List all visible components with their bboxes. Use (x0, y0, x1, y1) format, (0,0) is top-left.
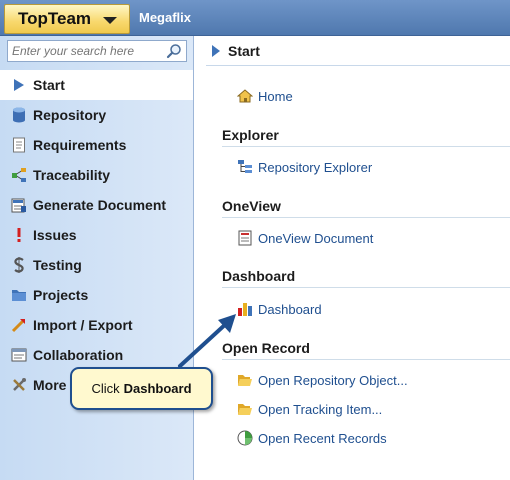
recent-records-icon (237, 430, 253, 446)
repository-explorer-link[interactable]: Repository Explorer (237, 159, 372, 175)
sidebar-item-traceability[interactable]: Traceability (0, 160, 193, 190)
sidebar-item-label: Repository (33, 107, 107, 123)
document-icon (237, 230, 253, 246)
traceability-icon (11, 167, 27, 183)
link-label: Repository Explorer (258, 159, 373, 175)
sidebar-item-label: Collaboration (33, 347, 124, 363)
sidebar-item-label: Traceability (33, 167, 111, 183)
sidebar-item-import-export[interactable]: Import / Export (0, 310, 193, 340)
instruction-callout: Click Dashboard (70, 367, 213, 410)
main-header: Start (206, 36, 510, 66)
repository-icon (11, 107, 27, 123)
oneview-document-link[interactable]: OneView Document (237, 230, 373, 246)
app-name: TopTeam (18, 9, 92, 28)
sidebar-item-label: Requirements (33, 137, 127, 153)
search-input[interactable] (8, 42, 158, 60)
link-label: Open Tracking Item... (258, 401, 383, 417)
collaboration-icon (11, 347, 27, 363)
sidebar-item-generate-document[interactable]: Generate Document (0, 190, 193, 220)
section-title-explorer: Explorer (222, 127, 279, 143)
sidebar-item-start[interactable]: Start (0, 70, 193, 100)
sidebar-item-label: Projects (33, 287, 89, 303)
divider (222, 287, 510, 288)
start-icon (11, 77, 27, 93)
project-name[interactable]: Megaflix (139, 10, 191, 25)
projects-icon (11, 287, 27, 303)
tree-icon (237, 159, 253, 175)
open-repository-object-link[interactable]: Open Repository Object... (237, 372, 408, 388)
section-title-dashboard: Dashboard (222, 268, 296, 284)
import-export-icon (11, 317, 27, 333)
top-bar: TopTeam Megaflix (0, 0, 510, 36)
section-title-open-record: Open Record (222, 340, 310, 356)
open-tracking-item-link[interactable]: Open Tracking Item... (237, 401, 382, 417)
sidebar-item-collaboration[interactable]: Collaboration (0, 340, 193, 370)
sidebar-item-label: Start (33, 77, 65, 93)
open-recent-records-link[interactable]: Open Recent Records (237, 430, 387, 446)
sidebar: Start Repository Requirements Traceabili… (0, 36, 194, 480)
sidebar-item-testing[interactable]: Testing (0, 250, 193, 280)
link-label: Open Repository Object... (258, 372, 408, 388)
requirements-icon (11, 137, 27, 153)
issues-icon (11, 227, 27, 243)
link-label: Open Recent Records (258, 430, 387, 446)
sidebar-item-issues[interactable]: Issues (0, 220, 193, 250)
folder-open-icon (237, 372, 253, 388)
play-icon (212, 44, 220, 57)
sidebar-item-label: Generate Document (33, 197, 167, 213)
page-title: Start (228, 42, 260, 59)
section-title-oneview: OneView (222, 198, 281, 214)
link-label: Dashboard (258, 301, 322, 317)
callout-target: Dashboard (123, 381, 192, 396)
callout-prefix: Click (91, 381, 120, 396)
sidebar-item-projects[interactable]: Projects (0, 280, 193, 310)
divider (222, 359, 510, 360)
folder-open-icon (237, 401, 253, 417)
sidebar-item-label: Testing (33, 257, 82, 273)
app-menu-button[interactable]: TopTeam (4, 4, 130, 34)
link-label: Home (258, 88, 293, 104)
home-link[interactable]: Home (237, 88, 293, 104)
dashboard-link[interactable]: Dashboard (237, 301, 322, 317)
search-box (7, 40, 187, 62)
sidebar-nav: Start Repository Requirements Traceabili… (0, 70, 193, 400)
sidebar-item-label: Import / Export (33, 317, 133, 333)
sidebar-item-label: More (33, 377, 67, 393)
search-icon[interactable] (166, 43, 182, 59)
sidebar-item-label: Issues (33, 227, 77, 243)
divider (222, 146, 510, 147)
divider (222, 217, 510, 218)
link-label: OneView Document (258, 230, 374, 246)
testing-icon (11, 257, 27, 273)
sidebar-item-repository[interactable]: Repository (0, 100, 193, 130)
tools-icon (11, 377, 27, 393)
main-panel: Start Home Explorer Repository Explorer … (206, 36, 510, 480)
sidebar-item-requirements[interactable]: Requirements (0, 130, 193, 160)
chevron-down-icon (103, 17, 118, 24)
bar-chart-icon (237, 301, 253, 317)
home-icon (237, 88, 253, 104)
generate-document-icon (11, 197, 27, 213)
